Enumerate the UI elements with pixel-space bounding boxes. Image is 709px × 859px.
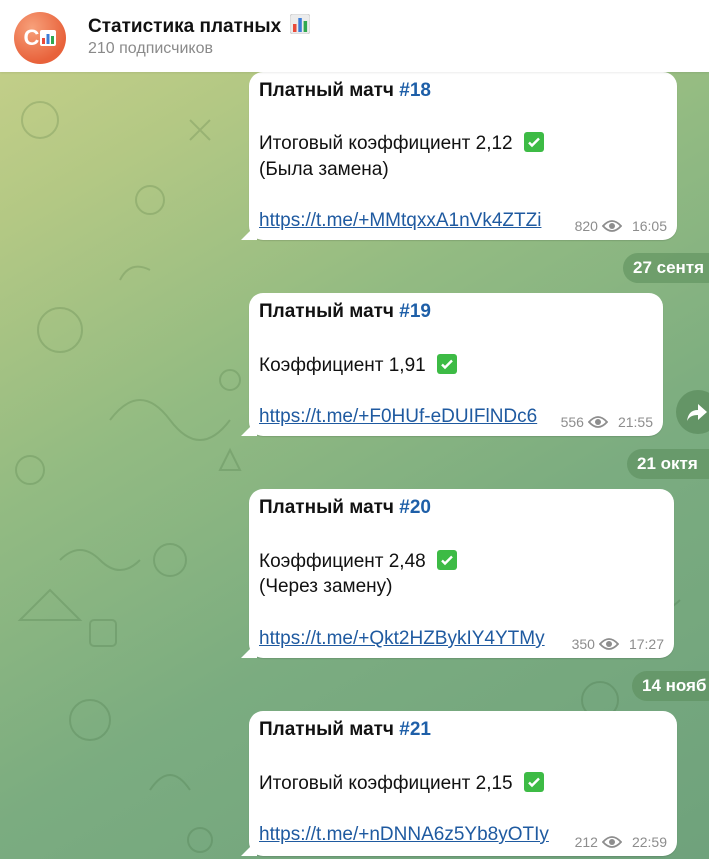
hashtag-link[interactable]: #20 [399,497,431,518]
date-separator: 21 октя [627,449,709,479]
date-separator: 27 сентя [623,253,709,283]
invite-link[interactable]: https://t.me/+F0HUf-eDUIFlNDc6 [259,406,537,428]
hashtag-link[interactable]: #19 [399,301,431,322]
check-mark-button-icon [523,772,544,792]
message-note: (Была замена) [259,159,389,180]
eye-icon [601,836,622,848]
bar-chart-icon [40,30,57,46]
eye-icon [601,220,622,232]
message-coefficient: Итоговый коэффициент 2,15 [259,772,544,795]
view-count: 212 [574,834,598,850]
view-count: 556 [560,414,584,430]
check-mark-button-icon [437,354,458,374]
subscriber-count: 210 подписчиков [88,40,213,57]
message-meta: 212 22:59 [575,834,667,850]
message-title-text: Платный матч [259,80,394,101]
coefficient-text: Итоговый коэффициент 2,15 [259,773,513,794]
channel-avatar[interactable]: C [14,12,66,64]
coefficient-text: Итоговый коэффициент 2,12 [259,133,513,154]
message-meta: 820 16:05 [575,218,667,234]
message-meta: 350 17:27 [572,636,664,652]
coefficient-text: Коэффициент 1,91 [259,355,426,376]
share-arrow-icon [687,404,707,421]
channel-header[interactable]: C Статистика платных 210 подписчиков [0,0,709,72]
coefficient-text: Коэффициент 2,48 [259,551,426,572]
message-time: 17:27 [628,636,664,652]
message-title: Платный матч #21 [259,719,431,741]
invite-link[interactable]: https://t.me/+Qkt2HZBykIY4YTMy [259,628,545,650]
check-mark-button-icon [437,550,458,570]
message-bubble[interactable]: Платный матч #18 Итоговый коэффициент 2,… [249,72,677,240]
invite-link[interactable]: https://t.me/+MMtqxxA1nVk4ZTZi [259,210,541,232]
message-title-text: Платный матч [259,301,394,322]
message-note: (Через замену) [259,576,393,597]
check-mark-button-icon [523,132,544,152]
message-title: Платный матч #19 [259,301,431,323]
channel-title[interactable]: Статистика платных [88,14,311,38]
invite-link[interactable]: https://t.me/+nDNNA6z5Yb8yOTIy [259,824,549,846]
message-coefficient: Итоговый коэффициент 2,12 [259,132,544,155]
message-title-text: Платный матч [259,719,394,740]
view-count: 820 [574,218,598,234]
hashtag-link[interactable]: #21 [399,719,431,740]
date-separator: 14 нояб [632,671,709,701]
message-title-text: Платный матч [259,497,394,518]
message-bubble[interactable]: Платный матч #20 Коэффициент 2,48 (Через… [249,489,674,658]
message-time: 21:55 [617,414,653,430]
avatar-letter: C [23,25,40,50]
hashtag-link[interactable]: #18 [399,80,431,101]
view-count: 350 [571,636,595,652]
message-title: Платный матч #20 [259,497,431,519]
message-title: Платный матч #18 [259,80,431,102]
bar-chart-icon [290,14,311,34]
channel-title-text: Статистика платных [88,16,282,37]
message-coefficient: Коэффициент 2,48 [259,550,458,573]
message-coefficient: Коэффициент 1,91 [259,354,458,377]
eye-icon [598,638,619,650]
message-bubble[interactable]: Платный матч #21 Итоговый коэффициент 2,… [249,711,677,856]
message-bubble[interactable]: Платный матч #19 Коэффициент 1,91 https:… [249,293,663,436]
message-time: 16:05 [631,218,667,234]
eye-icon [587,416,608,428]
message-meta: 556 21:55 [561,414,653,430]
message-time: 22:59 [631,834,667,850]
